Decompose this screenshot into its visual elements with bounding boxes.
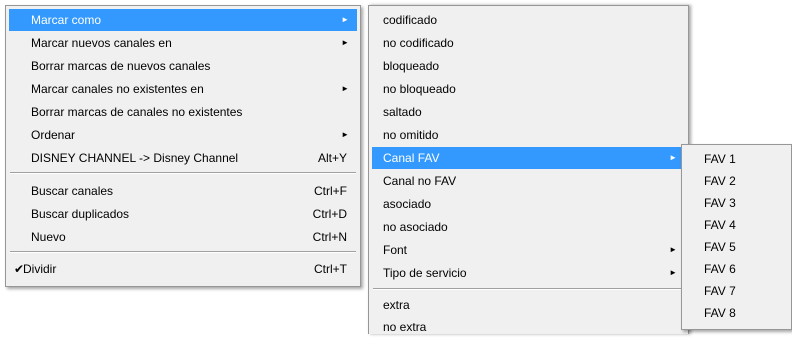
menu-item-label: no asociado <box>383 220 448 234</box>
menu-item-label: FAV 6 <box>704 262 736 276</box>
menu-item-dividir[interactable]: ✔ Dividir Ctrl+T <box>9 258 357 280</box>
menu-item-label: Marcar nuevos canales en <box>31 36 172 50</box>
menu-item-label: asociado <box>383 197 432 211</box>
menu-item-label: Canal FAV <box>383 151 440 165</box>
menu-item-no-extra[interactable]: no extra <box>372 316 685 338</box>
menu-item-label: FAV 2 <box>704 174 736 188</box>
menu-item-label: FAV 5 <box>704 240 736 254</box>
menu-item-fav-4[interactable]: FAV 4 <box>685 214 788 236</box>
menu-item-fav-8[interactable]: FAV 8 <box>685 302 788 324</box>
menu-item-tipo-de-servicio[interactable]: Tipo de servicio ► <box>372 262 685 284</box>
menu-item-bloqueado[interactable]: bloqueado <box>372 55 685 77</box>
menu-item-label: extra <box>383 298 410 312</box>
menu-item-font[interactable]: Font ► <box>372 239 685 261</box>
menu-item-label: bloqueado <box>383 59 440 73</box>
menu-item-label: no extra <box>383 320 427 334</box>
menu-item-shortcut: Ctrl+F <box>314 184 347 198</box>
menu-item-label: FAV 1 <box>704 152 736 166</box>
menu-item-codificado[interactable]: codificado <box>372 9 685 31</box>
menu-item-label: FAV 7 <box>704 284 736 298</box>
submenu-marcar-como: codificado no codificado bloqueado no bl… <box>368 5 689 334</box>
menu-item-canal-fav[interactable]: Canal FAV ► <box>372 147 685 169</box>
menu-item-label: Borrar marcas de canales no existentes <box>31 105 243 119</box>
menu-item-no-omitido[interactable]: no omitido <box>372 124 685 146</box>
menu-item-borrar-marcas-nuevos[interactable]: Borrar marcas de nuevos canales <box>9 55 357 77</box>
menu-item-label: Tipo de servicio <box>383 266 467 280</box>
submenu-arrow-icon: ► <box>341 130 349 139</box>
submenu-canal-fav: FAV 1 FAV 2 FAV 3 FAV 4 FAV 5 FAV 6 FAV … <box>681 144 792 330</box>
menu-item-label: Nuevo <box>31 230 66 244</box>
menu-item-fav-7[interactable]: FAV 7 <box>685 280 788 302</box>
submenu-arrow-icon: ► <box>669 153 677 162</box>
menu-item-nuevo[interactable]: Nuevo Ctrl+N <box>9 226 357 248</box>
menu-item-saltado[interactable]: saltado <box>372 101 685 123</box>
menu-item-label: Marcar canales no existentes en <box>31 82 204 96</box>
menu-item-label: Marcar como <box>31 13 102 27</box>
menu-item-no-asociado[interactable]: no asociado <box>372 216 685 238</box>
submenu-arrow-icon: ► <box>669 268 677 277</box>
menu-item-label: saltado <box>383 105 422 119</box>
menu-item-label: Borrar marcas de nuevos canales <box>31 59 211 73</box>
menu-item-fav-1[interactable]: FAV 1 <box>685 148 788 170</box>
submenu-arrow-icon: ► <box>341 38 349 47</box>
submenu-arrow-icon: ► <box>341 84 349 93</box>
menu-item-ordenar[interactable]: Ordenar ► <box>9 124 357 146</box>
submenu-arrow-icon: ► <box>341 15 349 24</box>
menu-item-label: DISNEY CHANNEL -> Disney Channel <box>31 151 239 165</box>
submenu-arrow-icon: ► <box>669 245 677 254</box>
menu-item-buscar-canales[interactable]: Buscar canales Ctrl+F <box>9 180 357 202</box>
menu-item-shortcut: Ctrl+D <box>312 207 347 221</box>
menu-item-label: Dividir <box>23 262 57 276</box>
menu-item-marcar-nuevos-canales-en[interactable]: Marcar nuevos canales en ► <box>9 32 357 54</box>
menu-item-fav-6[interactable]: FAV 6 <box>685 258 788 280</box>
menu-item-label: Font <box>383 243 408 257</box>
menu-item-label: Canal no FAV <box>383 174 457 188</box>
menu-item-canal-no-fav[interactable]: Canal no FAV <box>372 170 685 192</box>
menu-item-label: FAV 3 <box>704 196 736 210</box>
menu-item-label: Buscar duplicados <box>31 207 130 221</box>
menu-item-fav-3[interactable]: FAV 3 <box>685 192 788 214</box>
menu-item-extra[interactable]: extra <box>372 294 685 316</box>
menu-item-label: FAV 4 <box>704 218 736 232</box>
menu-item-disney-channel-rename[interactable]: DISNEY CHANNEL -> Disney Channel Alt+Y <box>9 147 357 169</box>
context-menu: Marcar como ► Marcar nuevos canales en ►… <box>5 5 361 287</box>
menu-item-label: codificado <box>383 13 438 27</box>
menu-separator <box>373 288 684 290</box>
menu-item-marcar-no-existentes-en[interactable]: Marcar canales no existentes en ► <box>9 78 357 100</box>
menu-item-label: no codificado <box>383 36 454 50</box>
menu-item-asociado[interactable]: asociado <box>372 193 685 215</box>
menu-item-shortcut: Alt+Y <box>317 151 347 165</box>
menu-item-no-codificado[interactable]: no codificado <box>372 32 685 54</box>
menu-item-fav-5[interactable]: FAV 5 <box>685 236 788 258</box>
menu-item-fav-2[interactable]: FAV 2 <box>685 170 788 192</box>
menu-item-label: FAV 8 <box>704 306 736 320</box>
menu-item-buscar-duplicados[interactable]: Buscar duplicados Ctrl+D <box>9 203 357 225</box>
menu-item-shortcut: Ctrl+T <box>314 262 347 276</box>
menu-item-label: no omitido <box>383 128 439 142</box>
menu-item-label: no bloqueado <box>383 82 456 96</box>
menu-item-borrar-marcas-no-existentes[interactable]: Borrar marcas de canales no existentes <box>9 101 357 123</box>
menu-separator <box>10 172 356 174</box>
menu-item-marcar-como[interactable]: Marcar como ► <box>9 9 357 31</box>
menu-item-label: Buscar canales <box>31 184 114 198</box>
menu-item-label: Ordenar <box>31 128 76 142</box>
menu-item-no-bloqueado[interactable]: no bloqueado <box>372 78 685 100</box>
menu-item-shortcut: Ctrl+N <box>312 230 347 244</box>
menu-separator <box>10 251 356 253</box>
